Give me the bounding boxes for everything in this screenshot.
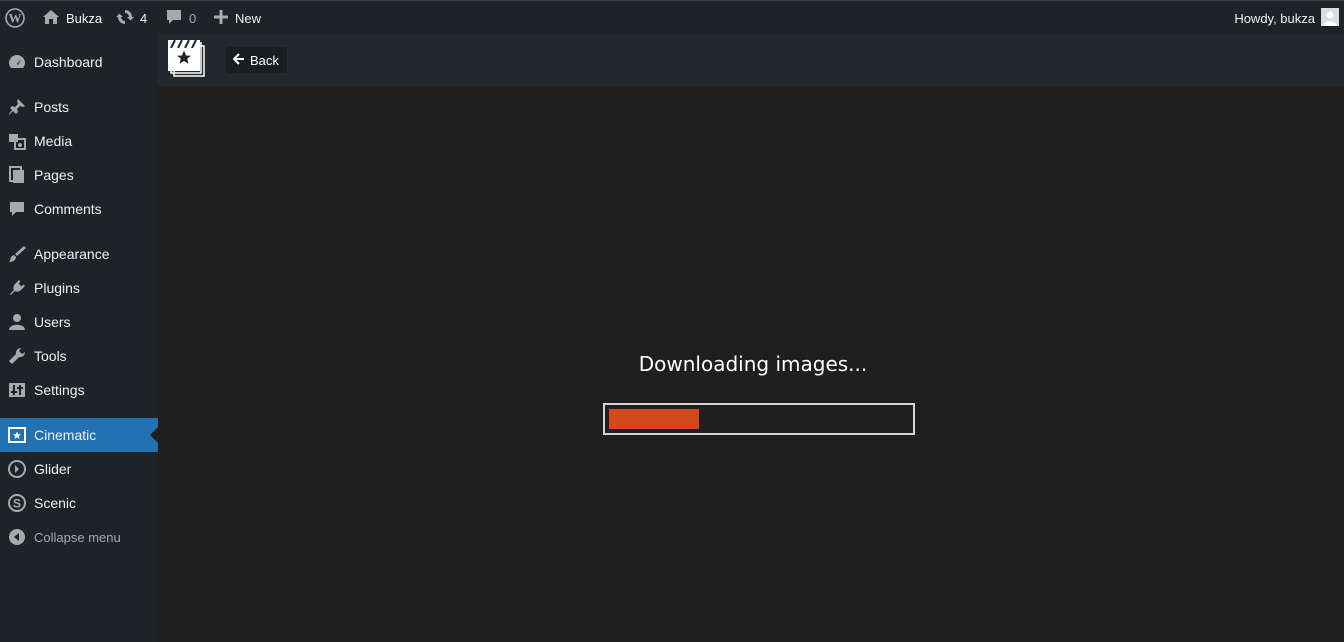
plus-icon (213, 9, 229, 28)
dashboard-icon (0, 45, 34, 79)
menu-label: Posts (34, 99, 70, 115)
new-label: New (235, 10, 262, 26)
menu-label: Users (34, 314, 71, 330)
menu-label: Tools (34, 348, 67, 364)
menu-label: Settings (34, 382, 85, 398)
wordpress-logo-icon[interactable]: W (5, 1, 25, 35)
current-indicator (150, 427, 158, 443)
comments-link[interactable]: 0 (165, 1, 196, 35)
menu-item-scenic[interactable]: S Scenic (0, 486, 158, 520)
plug-icon (0, 271, 34, 305)
menu-label: Dashboard (34, 54, 103, 70)
menu-label: Glider (34, 461, 72, 477)
media-icon (0, 124, 34, 158)
menu-item-cinematic[interactable]: Cinematic (0, 418, 158, 452)
comment-icon (0, 192, 34, 226)
menu-item-comments[interactable]: Comments (0, 192, 158, 226)
user-icon (0, 305, 34, 339)
svg-text:W: W (9, 11, 22, 26)
menu-item-plugins[interactable]: Plugins (0, 271, 158, 305)
status-message: Downloading images... (638, 352, 868, 376)
menu-item-users[interactable]: Users (0, 305, 158, 339)
back-label: Back (250, 52, 279, 68)
pages-icon (0, 158, 34, 192)
menu-label: Media (34, 133, 73, 149)
progress-bar (603, 403, 915, 435)
menu-label: Pages (34, 167, 74, 183)
cinematic-icon (0, 418, 34, 452)
new-content-link[interactable]: New (213, 1, 261, 35)
avatar (1321, 7, 1339, 29)
arrow-left-icon (232, 52, 245, 68)
menu-item-dashboard[interactable]: Dashboard (0, 45, 158, 79)
updates-count: 4 (140, 10, 148, 26)
main-content: Downloading images... (158, 86, 1344, 642)
scenic-icon: S (0, 486, 34, 520)
menu-label: Comments (34, 201, 102, 217)
admin-sidebar: Dashboard Posts Media Pages Comments App… (0, 34, 158, 642)
glider-icon (0, 452, 34, 486)
my-account-link[interactable]: Howdy, bukza (1234, 1, 1339, 35)
menu-item-glider[interactable]: Glider (0, 452, 158, 486)
menu-item-media[interactable]: Media (0, 124, 158, 158)
sliders-icon (0, 373, 34, 407)
menu-label: Appearance (34, 246, 110, 262)
admin-bar: W Bukza 4 0 New Howdy, bukza (0, 0, 1344, 34)
progress-fill (609, 409, 699, 429)
pin-icon (0, 90, 34, 124)
brush-icon (0, 237, 34, 271)
menu-item-tools[interactable]: Tools (0, 339, 158, 373)
collapse-label: Collapse menu (34, 529, 121, 545)
site-name: Bukza (66, 10, 103, 26)
collapse-arrow-icon (0, 520, 34, 554)
home-icon (42, 9, 60, 28)
comment-bubble-icon (165, 8, 183, 29)
collapse-menu-button[interactable]: Collapse menu (0, 520, 158, 554)
menu-label: Plugins (34, 280, 80, 296)
comments-count: 0 (189, 10, 197, 26)
plugin-toolbar: Back (158, 34, 1344, 86)
svg-text:S: S (13, 497, 21, 511)
menu-item-pages[interactable]: Pages (0, 158, 158, 192)
wrench-icon (0, 339, 34, 373)
greeting: Howdy, bukza (1234, 10, 1315, 26)
site-name-link[interactable]: Bukza (42, 1, 102, 35)
menu-item-posts[interactable]: Posts (0, 90, 158, 124)
cinematic-logo-icon (168, 38, 206, 78)
back-button[interactable]: Back (226, 47, 287, 73)
updates-icon (116, 8, 134, 29)
menu-item-appearance[interactable]: Appearance (0, 237, 158, 271)
menu-label: Scenic (34, 495, 77, 511)
menu-label: Cinematic (34, 427, 97, 443)
updates-link[interactable]: 4 (116, 1, 147, 35)
menu-item-settings[interactable]: Settings (0, 373, 158, 407)
